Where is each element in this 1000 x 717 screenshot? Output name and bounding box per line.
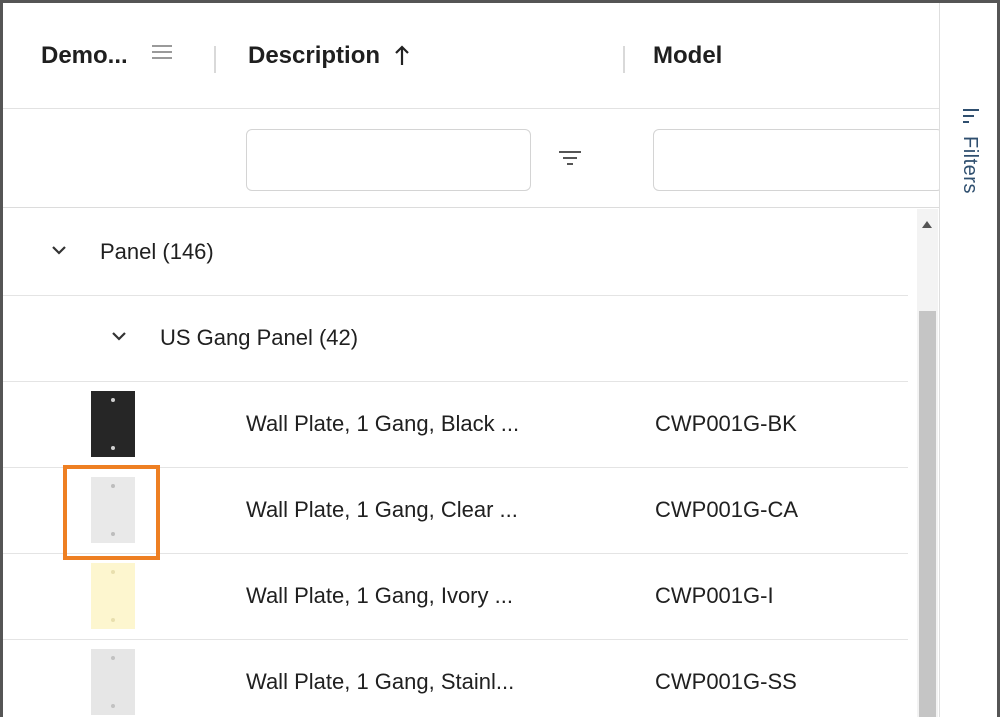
grid-header: Demo... Description Model <box>3 3 939 109</box>
highlight-box <box>63 465 160 560</box>
scroll-up-arrow-icon[interactable] <box>922 221 932 228</box>
screw-dot <box>111 704 115 708</box>
column-header-description-label: Description <box>248 41 381 69</box>
screw-dot <box>111 618 115 622</box>
group-label: Panel (146) <box>100 239 214 264</box>
table-row[interactable]: Wall Plate, 1 Gang, Ivory ... CWP001G-I <box>3 553 908 640</box>
column-header-description[interactable]: Description <box>248 3 410 108</box>
filter-icon <box>963 109 979 123</box>
table-row[interactable]: Wall Plate, 1 Gang, Black ... CWP001G-BK <box>3 381 908 468</box>
column-separator[interactable] <box>623 46 625 73</box>
column-header-demo[interactable]: Demo... <box>41 3 128 108</box>
description-filter-input[interactable] <box>246 129 531 191</box>
screw-dot <box>111 570 115 574</box>
vertical-scrollbar[interactable] <box>917 209 938 717</box>
model-cell: CWP001G-CA <box>655 497 799 522</box>
description-cell: Wall Plate, 1 Gang, Stainl... <box>246 669 515 694</box>
screw-dot <box>111 398 115 402</box>
product-thumbnail <box>91 649 135 715</box>
sort-ascending-arrow-icon[interactable] <box>394 44 410 67</box>
model-cell: CWP001G-BK <box>655 411 797 436</box>
screw-dot <box>111 446 115 450</box>
group-label: US Gang Panel (42) <box>160 325 359 350</box>
chevron-down-icon[interactable] <box>51 244 67 256</box>
scrollbar-thumb[interactable] <box>919 311 936 717</box>
description-cell: Wall Plate, 1 Gang, Clear ... <box>246 497 518 522</box>
model-cell: CWP001G-SS <box>655 669 797 694</box>
screw-dot <box>111 656 115 660</box>
product-thumbnail <box>91 391 135 457</box>
data-grid-window: Demo... Description Model Panel (146) US… <box>0 0 1000 717</box>
filters-tab[interactable]: Filters <box>958 108 986 228</box>
table-row[interactable]: Wall Plate, 1 Gang, Stainl... CWP001G-SS <box>3 639 908 717</box>
description-cell: Wall Plate, 1 Gang, Ivory ... <box>246 583 513 608</box>
column-menu-icon[interactable] <box>152 44 172 60</box>
chevron-down-icon[interactable] <box>111 330 127 342</box>
model-filter-input[interactable] <box>653 129 943 191</box>
column-header-demo-label: Demo... <box>41 41 128 69</box>
floating-filter-row <box>3 109 943 208</box>
group-row-us-gang-panel[interactable]: US Gang Panel (42) <box>3 295 908 382</box>
column-header-model[interactable]: Model <box>653 3 722 108</box>
column-separator[interactable] <box>214 46 216 73</box>
filters-tab-label: Filters <box>959 136 981 194</box>
side-panel: Filters <box>939 3 997 717</box>
model-cell: CWP001G-I <box>655 583 774 608</box>
group-row-panel[interactable]: Panel (146) <box>3 209 908 296</box>
filter-icon[interactable] <box>559 151 581 165</box>
product-thumbnail <box>91 563 135 629</box>
description-cell: Wall Plate, 1 Gang, Black ... <box>246 411 520 436</box>
column-header-model-label: Model <box>653 41 723 69</box>
